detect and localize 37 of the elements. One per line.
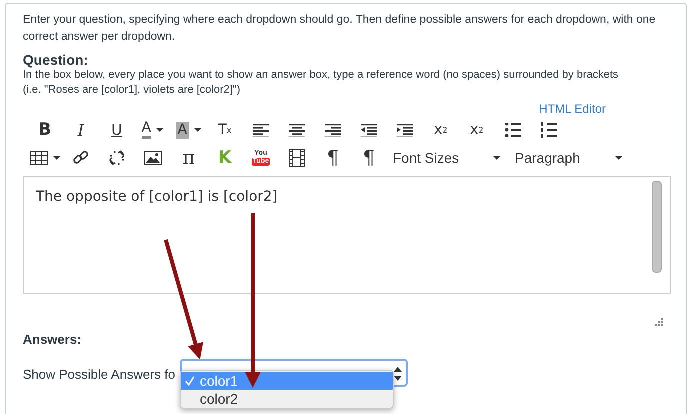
film-icon — [289, 149, 305, 167]
hint-text: In the box below, every place you want to show an answer box, type a reference word (no spaces) surrounded by brackets — [23, 68, 620, 83]
select-label: Show Possible Answers fo — [23, 366, 176, 382]
dropdown-option[interactable]: color2 — [181, 390, 393, 408]
alignright-icon — [325, 123, 341, 137]
link-icon — [73, 150, 89, 166]
italic-button[interactable]: I — [63, 118, 99, 142]
format-button[interactable]: ¶ — [351, 146, 387, 170]
html-editor-link[interactable]: HTML Editor — [539, 102, 606, 116]
format-button[interactable]: π — [171, 146, 207, 170]
bullet-list-icon — [505, 123, 521, 137]
instructions-text: Enter your question, specifying where each dropdown should go. Then define possible answers for each dropdown, with one correct answer per dropdown. — [23, 13, 657, 45]
format-button[interactable]: x$^{2}$ — [423, 118, 459, 142]
stepper-icon — [394, 367, 402, 381]
image-icon — [144, 151, 162, 165]
text-color-button[interactable]: A — [135, 118, 171, 142]
scrollbar[interactable] — [652, 181, 662, 273]
indent-icon — [397, 123, 413, 137]
aligncenter-icon — [289, 123, 305, 137]
checkmark-icon — [185, 376, 195, 386]
answers-heading: Answers: — [23, 332, 83, 347]
underline-button[interactable]: U — [99, 118, 135, 142]
numbered-list-icon — [541, 122, 557, 138]
background-color-button[interactable]: A — [171, 118, 207, 142]
format-select[interactable]: Paragraph — [509, 146, 631, 170]
outdent-icon — [361, 123, 377, 137]
hint-text: (i.e. "Roses are [color1], violets are [color2]") — [23, 83, 242, 98]
unlink-icon — [109, 150, 125, 166]
text-editor[interactable]: The opposite of [color1] is [color2] — [23, 176, 671, 294]
format-select[interactable]: Font Sizes — [387, 146, 509, 170]
table-icon — [30, 151, 48, 165]
resize-handle-icon[interactable] — [655, 318, 663, 326]
bold-button[interactable]: B — [27, 118, 63, 142]
question-heading: Question: — [23, 52, 90, 68]
alignleft-icon — [253, 123, 269, 137]
format-button[interactable]: ¶ — [315, 146, 351, 170]
editor-text: The opposite of [color1] is [color2] — [36, 189, 278, 207]
